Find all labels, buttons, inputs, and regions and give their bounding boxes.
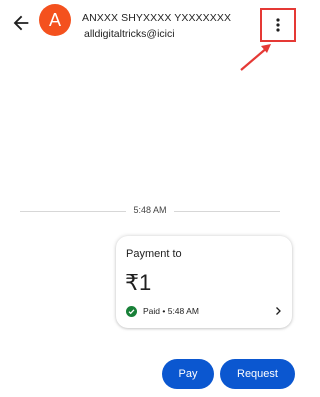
upi-id: alldigitaltricks@icici — [84, 28, 175, 40]
payment-amount: ₹1 — [125, 270, 152, 295]
timeline-time: 5:48 AM — [133, 205, 167, 215]
more-options-button[interactable] — [260, 8, 296, 42]
payment-title: Payment to — [126, 248, 182, 260]
chevron-right-icon — [276, 307, 281, 315]
avatar[interactable]: A — [39, 4, 71, 36]
annotation-arrow — [240, 44, 271, 71]
chat-header: A ANXXX SHYXXXX YXXXXXXX alldigitaltrick… — [0, 0, 300, 48]
payment-status: Paid • 5:48 AM — [143, 306, 199, 316]
payment-card[interactable]: Payment to ₹1 Paid • 5:48 AM — [116, 236, 292, 328]
back-arrow-icon[interactable] — [10, 12, 32, 34]
check-circle-icon — [126, 306, 137, 317]
contact-name: ANXXX SHYXXXX YXXXXXXX — [82, 12, 232, 24]
timeline-divider: 5:48 AM — [14, 200, 286, 220]
more-vert-icon — [276, 18, 280, 32]
request-button[interactable]: Request — [220, 359, 295, 389]
divider-line-right — [174, 211, 280, 212]
pay-button[interactable]: Pay — [162, 359, 214, 389]
